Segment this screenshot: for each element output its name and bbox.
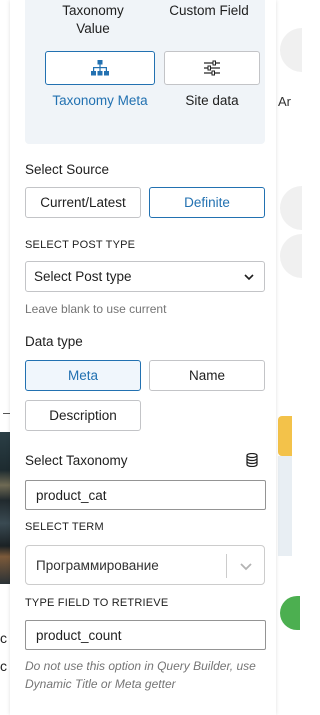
option-taxonomy-value[interactable]: Taxonomy Value xyxy=(45,2,141,38)
background-text: c xyxy=(0,658,7,674)
background-page-right: Ar xyxy=(276,0,302,715)
term-value: Программирование xyxy=(36,557,159,573)
option-taxonomy-meta[interactable]: Taxonomy Meta xyxy=(45,92,155,110)
background-avatar xyxy=(280,234,302,278)
background-block xyxy=(278,456,292,556)
background-text: c xyxy=(0,630,7,646)
background-thumbnail xyxy=(0,432,10,584)
data-type-name-button[interactable]: Name xyxy=(149,360,265,391)
option-site-data[interactable]: Site data xyxy=(164,92,260,110)
source-current-latest-button[interactable]: Current/Latest xyxy=(25,187,141,218)
source-definite-button[interactable]: Definite xyxy=(149,187,265,218)
taxonomy-input[interactable]: product_cat xyxy=(25,480,266,510)
taxonomy-meta-button[interactable] xyxy=(45,51,155,85)
post-type-help: Leave blank to use current xyxy=(25,302,167,316)
database-icon[interactable] xyxy=(246,453,258,467)
settings-panel: Taxonomy Value Custom Field Taxonomy Met… xyxy=(10,0,276,715)
background-badge xyxy=(278,416,292,456)
chevron-down-icon xyxy=(240,563,252,571)
hierarchy-icon xyxy=(91,60,109,76)
select-taxonomy-label: Select Taxonomy xyxy=(25,453,128,468)
chevron-down-icon xyxy=(244,273,254,280)
data-type-label: Data type xyxy=(25,334,83,349)
select-source-label: Select Source xyxy=(25,162,110,177)
term-select[interactable]: Программирование xyxy=(25,545,265,585)
post-type-label: SELECT POST TYPE xyxy=(25,239,136,251)
select-divider xyxy=(226,554,227,578)
site-data-button[interactable] xyxy=(164,51,260,85)
retrieve-field-input[interactable]: product_count xyxy=(25,620,266,650)
background-avatar xyxy=(280,28,302,72)
data-type-description-button[interactable]: Description xyxy=(25,400,141,431)
retrieve-field-help: Do not use this option in Query Builder,… xyxy=(25,659,256,691)
retrieve-field-label: TYPE FIELD TO RETRIEVE xyxy=(25,597,169,609)
data-source-selector: Taxonomy Value Custom Field Taxonomy Met… xyxy=(25,0,265,144)
background-dash xyxy=(3,413,10,414)
background-page-left: c c xyxy=(0,0,10,715)
sliders-icon xyxy=(204,60,220,76)
option-custom-field[interactable]: Custom Field xyxy=(161,2,257,20)
background-text: Ar xyxy=(278,94,291,109)
background-button xyxy=(280,596,300,630)
select-term-label: SELECT TERM xyxy=(25,521,104,533)
data-type-meta-button[interactable]: Meta xyxy=(25,360,141,391)
post-type-value: Select Post type xyxy=(34,269,132,284)
background-avatar xyxy=(280,186,302,230)
post-type-select[interactable]: Select Post type xyxy=(25,261,265,292)
